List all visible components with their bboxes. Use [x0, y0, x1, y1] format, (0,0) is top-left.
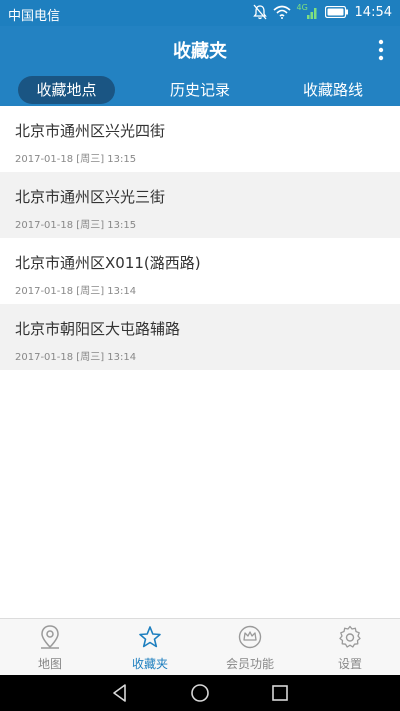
notification-off-icon — [252, 4, 267, 20]
tab-bar: 收藏地点 历史记录 收藏路线 — [0, 76, 400, 106]
nav-membership-label: 会员功能 — [225, 657, 274, 671]
more-options-icon[interactable] — [376, 38, 386, 62]
carrier-name: 中国电信 — [8, 9, 61, 24]
list-item[interactable]: 北京市通州区兴光四街 2017-01-18 [周三] 13:15 — [0, 106, 400, 172]
nav-map[interactable]: 地图 — [0, 619, 100, 675]
clock: 14:54 — [354, 4, 392, 20]
list-item[interactable]: 北京市通州区兴光三街 2017-01-18 [周三] 13:15 — [0, 172, 400, 238]
favorites-list: 北京市通州区兴光四街 2017-01-18 [周三] 13:15 北京市通州区兴… — [0, 106, 400, 370]
location-pin-icon — [41, 625, 59, 649]
place-address: 北京市通州区兴光三街 — [15, 188, 166, 206]
place-address: 北京市通州区兴光四街 — [15, 122, 166, 140]
nav-membership[interactable]: 会员功能 — [200, 619, 300, 675]
nav-favorites-label: 收藏夹 — [131, 657, 168, 671]
place-address: 北京市朝阳区大屯路辅路 — [15, 320, 181, 338]
page-title: 收藏夹 — [173, 41, 227, 62]
nav-settings-label: 设置 — [337, 657, 362, 671]
crown-icon — [238, 625, 262, 649]
battery-icon — [324, 6, 348, 18]
status-icons: 4G 14:54 — [252, 4, 392, 20]
list-item[interactable]: 北京市朝阳区大屯路辅路 2017-01-18 [周三] 13:14 — [0, 304, 400, 370]
back-icon[interactable] — [108, 681, 132, 705]
home-icon[interactable] — [188, 681, 212, 705]
place-address: 北京市通州区X011(潞西路) — [15, 254, 201, 272]
saved-time: 2017-01-18 [周三] 13:15 — [15, 220, 137, 231]
nav-settings[interactable]: 设置 — [300, 619, 400, 675]
saved-time: 2017-01-18 [周三] 13:14 — [15, 286, 137, 297]
nav-map-label: 地图 — [37, 657, 62, 671]
bottom-nav: 地图 收藏夹 会员功能 设置 — [0, 618, 400, 675]
star-icon — [139, 626, 161, 648]
saved-time: 2017-01-18 [周三] 13:15 — [15, 154, 137, 165]
tab-history[interactable]: 历史记录 — [150, 76, 250, 104]
nav-favorites[interactable]: 收藏夹 — [100, 619, 200, 675]
wifi-icon — [273, 5, 291, 19]
screen: 中国电信 4G 14:54 收藏夹 收藏地点 历史记录 收藏路线 北京市通州区兴… — [0, 0, 400, 711]
signal-icon: 4G — [297, 4, 319, 20]
tab-favorite-routes[interactable]: 收藏路线 — [283, 76, 383, 104]
recents-icon[interactable] — [268, 681, 292, 705]
list-item[interactable]: 北京市通州区X011(潞西路) 2017-01-18 [周三] 13:14 — [0, 238, 400, 304]
system-nav-bar — [0, 675, 400, 711]
saved-time: 2017-01-18 [周三] 13:14 — [15, 352, 137, 363]
status-bar: 中国电信 4G 14:54 — [0, 0, 400, 26]
app-header: 收藏夹 收藏地点 历史记录 收藏路线 — [0, 26, 400, 106]
gear-icon — [339, 625, 361, 648]
tab-favorite-places[interactable]: 收藏地点 — [18, 76, 115, 104]
